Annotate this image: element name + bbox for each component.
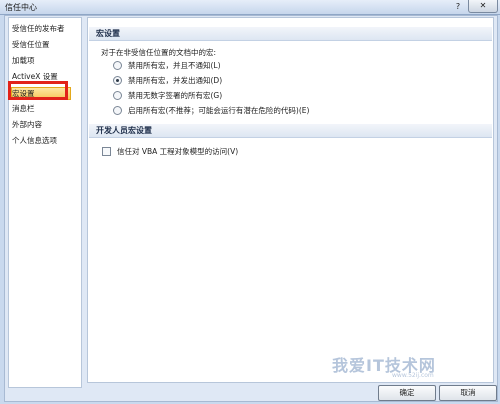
radio-label: 启用所有宏(不推荐；可能会运行有潜在危险的代码)(E) [128,106,310,115]
sidebar-item-message-bar[interactable]: 消息栏 [12,103,35,114]
macro-section-header: 宏设置 [89,27,492,41]
vba-trust-checkbox[interactable] [102,146,111,156]
sidebar: 受信任的发布者 受信任位置 加载项 ActiveX 设置 宏设置 消息栏 外部内… [8,17,82,388]
radio-disable-no-notify[interactable]: 禁用所有宏，并且不通知(L) [113,60,221,71]
radio-button[interactable] [113,90,122,100]
sidebar-item-external-content[interactable]: 外部内容 [12,119,42,130]
radio-label: 禁用所有宏，并且不通知(L) [128,61,221,70]
vba-trust-checkbox-row[interactable]: 信任对 VBA 工程对象模型的访问(V) [102,146,238,157]
radio-enable-all[interactable]: 启用所有宏(不推荐；可能会运行有潜在危险的代码)(E) [113,105,309,116]
radio-label: 禁用所有宏，并发出通知(D) [128,76,223,85]
sidebar-item-addins[interactable]: 加载项 [12,55,35,66]
macro-intro-text: 对于在非受信任位置的文档中的宏: [101,48,217,57]
radio-label: 禁用无数字签署的所有宏(G) [128,91,223,100]
radio-disable-unsigned[interactable]: 禁用无数字签署的所有宏(G) [113,90,222,101]
highlight-annotation [8,81,68,100]
radio-button-selected[interactable] [113,75,122,85]
macro-settings-panel: 宏设置 对于在非受信任位置的文档中的宏: 禁用所有宏，并且不通知(L) 禁用所有… [87,17,494,383]
sidebar-item-privacy-options[interactable]: 个人信息选项 [12,135,57,146]
title-bar: 信任中心 ? ✕ [0,0,500,15]
watermark-url: www.52ij.com [392,372,434,379]
window-title: 信任中心 [5,3,37,12]
cancel-button[interactable]: 取消 [439,385,497,401]
radio-disable-with-notify[interactable]: 禁用所有宏，并发出通知(D) [113,75,222,86]
developer-section-header: 开发人员宏设置 [89,124,492,138]
checkbox-label: 信任对 VBA 工程对象模型的访问(V) [117,147,239,156]
sidebar-item-trusted-publishers[interactable]: 受信任的发布者 [12,23,65,34]
ok-button[interactable]: 确定 [378,385,436,401]
close-icon[interactable]: ✕ [468,0,498,13]
help-icon[interactable]: ? [452,1,464,12]
radio-button[interactable] [113,60,122,70]
sidebar-item-trusted-locations[interactable]: 受信任位置 [12,39,50,50]
radio-button[interactable] [113,105,122,115]
